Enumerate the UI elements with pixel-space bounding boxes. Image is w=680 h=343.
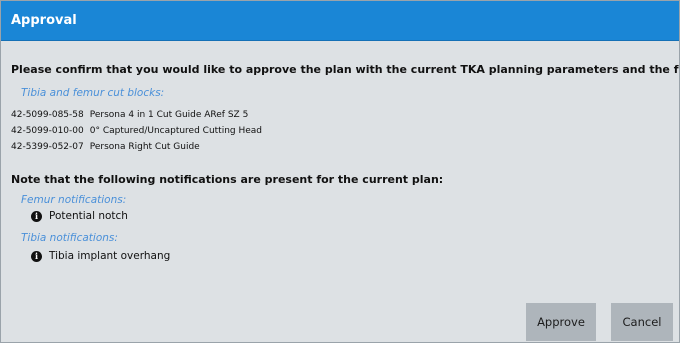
notifications-title: Note that the following notifications ar…: [11, 173, 444, 186]
part-row: 42-5099-010-00 0° Captured/Uncaptured Cu…: [11, 123, 669, 139]
info-icon: i: [31, 210, 42, 222]
dialog-content: Please confirm that you would like to ap…: [1, 63, 679, 262]
part-description: Persona 4 in 1 Cut Guide ARef SZ 5: [89, 110, 249, 120]
dialog-title: Approval: [11, 13, 77, 28]
approve-button[interactable]: Approve: [526, 303, 596, 341]
info-icon: i: [31, 250, 42, 262]
parts-list: 42-5099-085-58 Persona 4 in 1 Cut Guide …: [11, 107, 669, 155]
part-row: 42-5399-052-07 Persona Right Cut Guide: [11, 139, 669, 155]
part-description: Persona Right Cut Guide: [89, 142, 200, 152]
femur-notification-text: Potential notch: [49, 210, 128, 222]
approval-dialog: Approval Please confirm that you would l…: [0, 0, 680, 343]
confirm-message: Please confirm that you would like to ap…: [11, 63, 679, 76]
part-description: 0° Captured/Uncaptured Cutting Head: [89, 126, 263, 136]
part-number: 42-5099-085-58: [11, 110, 84, 120]
tibia-notification: i Tibia implant overhang: [31, 250, 669, 262]
part-number: 42-5399-052-07: [11, 142, 84, 152]
dialog-titlebar: Approval: [1, 1, 679, 41]
cancel-button[interactable]: Cancel: [611, 303, 673, 341]
part-row: 42-5099-085-58 Persona 4 in 1 Cut Guide …: [11, 107, 669, 123]
tibia-notification-text: Tibia implant overhang: [49, 250, 171, 262]
part-number: 42-5099-010-00: [11, 126, 84, 136]
tibia-notifications-label: Tibia notifications:: [21, 232, 118, 244]
femur-notifications-label: Femur notifications:: [21, 194, 127, 206]
femur-notification: i Potential notch: [31, 210, 669, 222]
cut-blocks-label: Tibia and femur cut blocks:: [21, 87, 165, 99]
